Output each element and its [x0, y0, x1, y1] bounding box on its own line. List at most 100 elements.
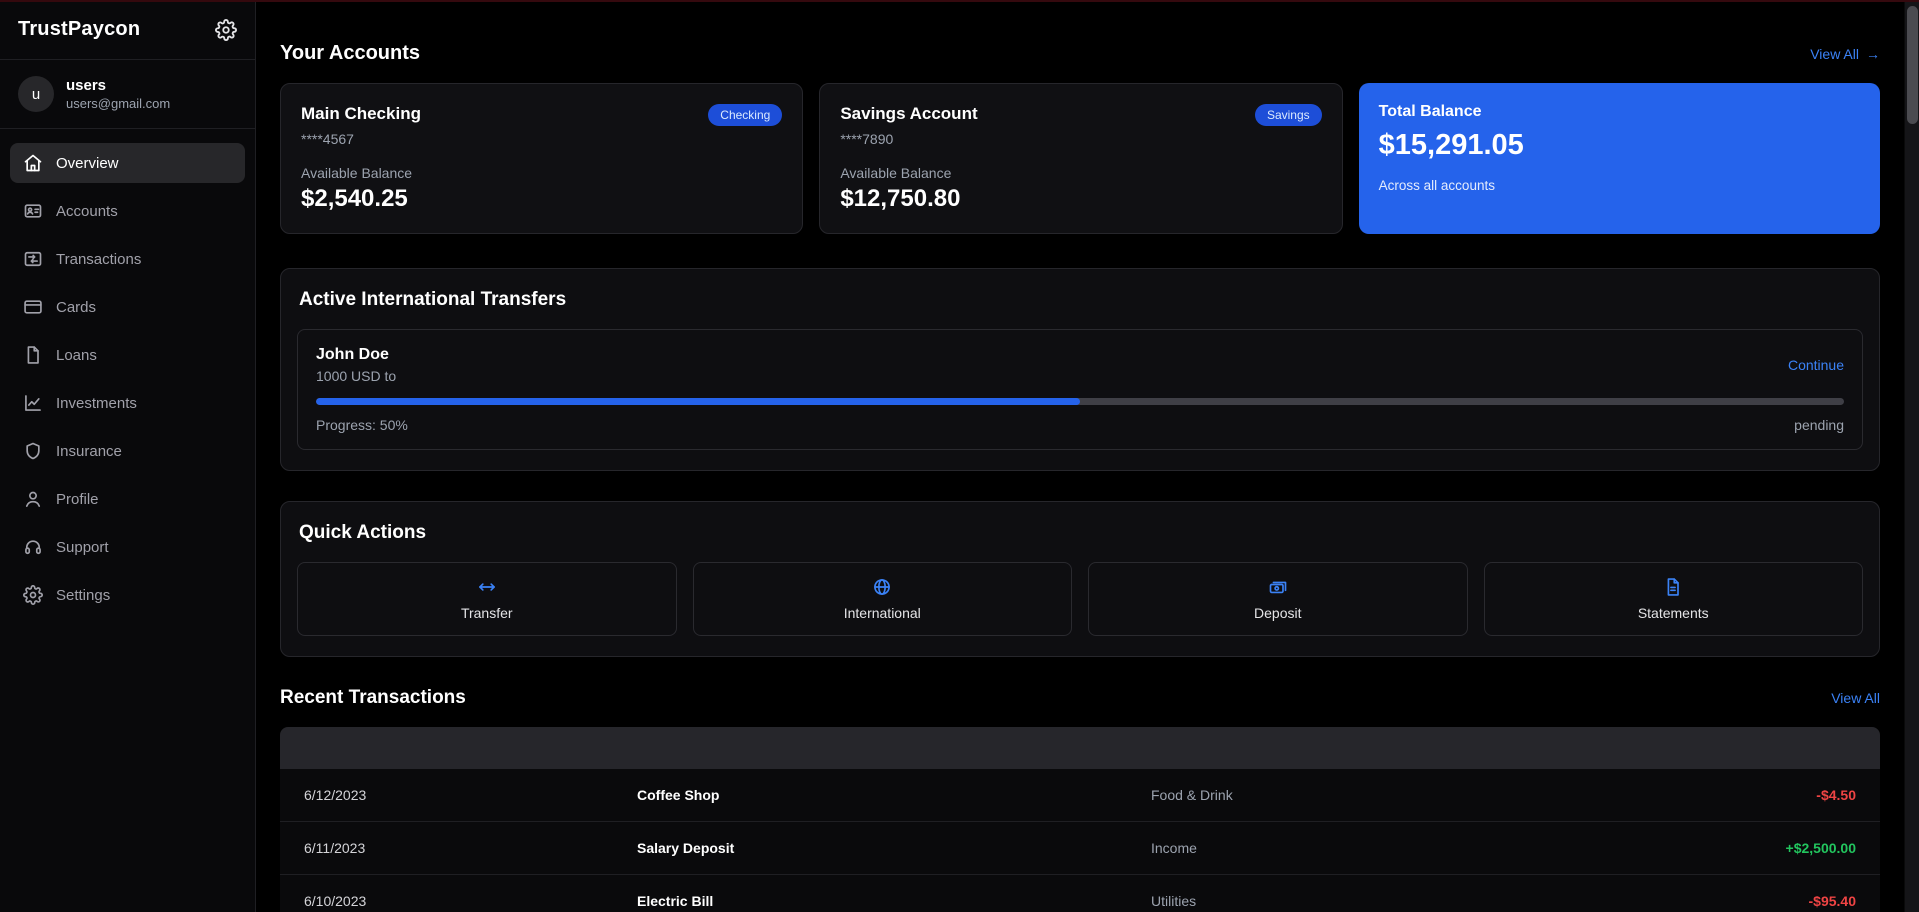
quick-action-button[interactable]: Transfer	[297, 562, 677, 636]
available-balance-amount: $12,750.80	[840, 185, 961, 212]
transactions-section-title: Recent Transactions	[280, 687, 466, 708]
sidebar-item-label: Settings	[56, 586, 111, 604]
quick-actions-panel: Quick Actions Transfer International Dep…	[280, 501, 1880, 657]
view-all-label: View All	[1831, 690, 1880, 706]
view-all-label: View All	[1810, 45, 1859, 62]
scrollbar-thumb[interactable]	[1907, 6, 1918, 124]
sidebar-item[interactable]: Profile	[10, 479, 245, 519]
transfer-progress-bar	[316, 398, 1844, 405]
transfer-item: John Doe 1000 USD to Continue Progress: …	[297, 329, 1863, 450]
gear-icon[interactable]	[215, 18, 237, 41]
quick-action-button[interactable]: Deposit	[1088, 562, 1468, 636]
sidebar-item[interactable]: Cards	[10, 287, 245, 327]
window-top-edge	[0, 0, 1919, 2]
transaction-category: Income	[1151, 840, 1197, 856]
sidebar-item-label: Insurance	[56, 442, 122, 460]
sidebar-item-label: Investments	[56, 394, 137, 412]
avatar: u	[18, 76, 54, 112]
sidebar-item-label: Cards	[56, 298, 97, 316]
transactions-table-header	[280, 727, 1880, 769]
app-title: TrustPaycon	[18, 18, 141, 40]
sidebar: TrustPaycon u users users@gmail.com Over…	[0, 0, 256, 912]
transfer-status: pending	[1794, 417, 1844, 433]
quick-action-button[interactable]: Statements	[1483, 562, 1863, 636]
account-name: Main Checking	[301, 104, 421, 123]
transactions-section: Recent Transactions View All 6/12/2023 C…	[280, 687, 1880, 912]
globe-icon	[872, 577, 892, 597]
app-root: TrustPaycon u users users@gmail.com Over…	[0, 0, 1919, 912]
sidebar-item[interactable]: Insurance	[10, 431, 245, 471]
total-balance-title: Total Balance	[1378, 103, 1482, 120]
shield-icon	[23, 441, 43, 461]
user-icon	[23, 489, 43, 509]
scrollbar[interactable]	[1904, 2, 1919, 912]
user-profile[interactable]: u users users@gmail.com	[0, 60, 255, 129]
account-type-badge: Savings	[1254, 104, 1322, 126]
sidebar-item[interactable]: Accounts	[10, 191, 245, 231]
transaction-description: Electric Bill	[637, 893, 714, 909]
id-card-icon	[23, 201, 43, 221]
home-icon	[23, 153, 43, 173]
quick-action-label: Transfer	[460, 605, 513, 621]
sidebar-item-label: Overview	[56, 154, 119, 172]
sidebar-item-label: Profile	[56, 490, 99, 508]
table-row[interactable]: 6/11/2023 Salary Deposit Income +$2,500.…	[280, 822, 1880, 875]
table-row[interactable]: 6/12/2023 Coffee Shop Food & Drink -$4.5…	[280, 769, 1880, 822]
arrows-exchange-icon	[23, 249, 43, 269]
arrow-right-icon: →	[1866, 45, 1880, 62]
transaction-category: Utilities	[1151, 893, 1197, 909]
account-card: Savings Account Savings ****7890 Availab…	[819, 83, 1343, 234]
user-email: users@gmail.com	[66, 96, 171, 111]
credit-card-icon	[23, 297, 43, 317]
accounts-view-all-link[interactable]: View All →	[1810, 46, 1880, 62]
transfers-section-title: Active International Transfers	[299, 289, 567, 310]
transaction-amount: -$4.50	[1816, 787, 1856, 803]
file-text-icon	[1663, 577, 1683, 597]
transaction-amount: +$2,500.00	[1785, 840, 1856, 856]
sidebar-item-label: Support	[56, 538, 109, 556]
sidebar-item[interactable]: Settings	[10, 575, 245, 615]
sidebar-item[interactable]: Support	[10, 527, 245, 567]
sidebar-item-label: Accounts	[56, 202, 118, 220]
continue-link[interactable]: Continue	[1788, 357, 1844, 373]
transfer-recipient: John Doe	[316, 346, 389, 363]
sidebar-item[interactable]: Transactions	[10, 239, 245, 279]
transaction-description: Coffee Shop	[637, 787, 720, 803]
quick-actions-title: Quick Actions	[299, 522, 427, 543]
quick-action-label: Deposit	[1254, 605, 1302, 621]
transfers-panel: Active International Transfers John Doe …	[280, 268, 1880, 471]
quick-action-label: Statements	[1637, 605, 1709, 621]
transactions-view-all-link[interactable]: View All	[1831, 690, 1880, 706]
sidebar-nav: Overview Accounts Transactions Cards Loa…	[0, 129, 255, 629]
sidebar-item[interactable]: Overview	[10, 143, 245, 183]
main-content: Your Accounts View All → Main Checking C…	[256, 0, 1919, 912]
transaction-date: 6/10/2023	[304, 893, 367, 909]
transaction-date: 6/11/2023	[304, 840, 366, 856]
gear-icon	[23, 585, 43, 605]
headphones-icon	[23, 537, 43, 557]
transactions-table: 6/12/2023 Coffee Shop Food & Drink -$4.5…	[280, 727, 1880, 912]
user-name: users	[66, 77, 107, 94]
account-name: Savings Account	[840, 104, 978, 123]
account-card: Main Checking Checking ****4567 Availabl…	[280, 83, 804, 234]
accounts-section-title: Your Accounts	[280, 42, 421, 64]
sidebar-item[interactable]: Investments	[10, 383, 245, 423]
table-row[interactable]: 6/10/2023 Electric Bill Utilities -$95.4…	[280, 875, 1880, 912]
transaction-category: Food & Drink	[1151, 787, 1233, 803]
account-type-badge: Checking	[708, 104, 783, 126]
total-balance-card: Total Balance $15,291.05 Across all acco…	[1358, 83, 1880, 234]
chart-line-icon	[23, 393, 43, 413]
transfers-list: John Doe 1000 USD to Continue Progress: …	[297, 329, 1863, 450]
available-balance-label: Available Balance	[301, 165, 413, 181]
sidebar-item[interactable]: Loans	[10, 335, 245, 375]
available-balance-label: Available Balance	[840, 165, 952, 181]
available-balance-amount: $2,540.25	[301, 185, 408, 212]
quick-action-button[interactable]: International	[692, 562, 1072, 636]
transactions-table-body: 6/12/2023 Coffee Shop Food & Drink -$4.5…	[280, 769, 1880, 912]
quick-action-label: International	[843, 605, 921, 621]
sidebar-item-label: Loans	[56, 346, 97, 364]
account-number: ****4567	[301, 131, 354, 147]
transfer-details: 1000 USD to	[316, 368, 397, 384]
arrows-lr-icon	[477, 577, 497, 597]
transaction-amount: -$95.40	[1808, 893, 1856, 909]
